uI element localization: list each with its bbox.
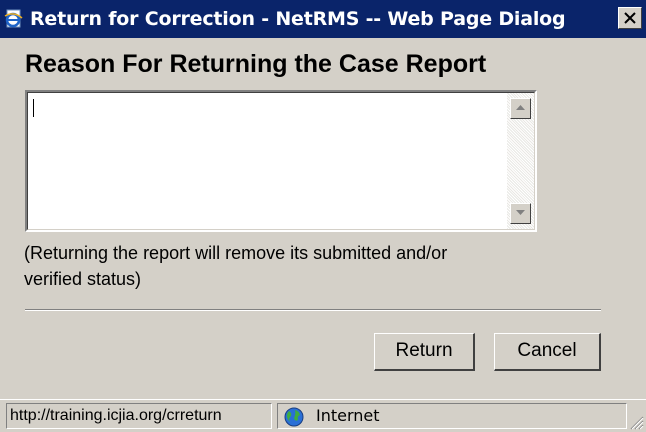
cancel-button[interactable]: Cancel	[494, 333, 601, 371]
divider	[25, 309, 601, 311]
reason-textarea-frame	[25, 90, 537, 232]
resize-grip-icon[interactable]	[628, 414, 644, 430]
status-url: http://training.icjia.org/crreturn	[6, 403, 272, 429]
zone-label: Internet	[316, 406, 380, 425]
title-bar[interactable]: Return for Correction - NetRMS -- Web Pa…	[0, 0, 646, 38]
scroll-down-button[interactable]	[510, 203, 531, 224]
reason-textarea-inner	[27, 92, 535, 230]
ie-page-icon	[4, 9, 23, 28]
scroll-up-icon	[516, 105, 525, 110]
dialog-heading: Reason For Returning the Case Report	[25, 50, 487, 78]
text-caret	[33, 99, 34, 117]
globe-icon	[284, 407, 304, 427]
return-note-line1: (Returning the report will remove its su…	[24, 243, 448, 263]
reason-textarea[interactable]	[30, 95, 506, 227]
window-title: Return for Correction - NetRMS -- Web Pa…	[30, 8, 566, 30]
close-icon	[624, 12, 636, 24]
security-zone[interactable]: Internet	[277, 403, 627, 429]
return-button[interactable]: Return	[374, 333, 475, 371]
scroll-down-icon	[516, 210, 525, 215]
dialog-window: Return for Correction - NetRMS -- Web Pa…	[0, 0, 646, 432]
vertical-scrollbar[interactable]	[507, 93, 534, 229]
return-note: (Returning the report will remove its su…	[24, 240, 584, 292]
status-bar: http://training.icjia.org/crreturn Inter…	[0, 399, 646, 432]
close-button[interactable]	[618, 7, 642, 29]
scroll-up-button[interactable]	[510, 98, 531, 119]
return-note-line2: verified status)	[24, 269, 142, 289]
